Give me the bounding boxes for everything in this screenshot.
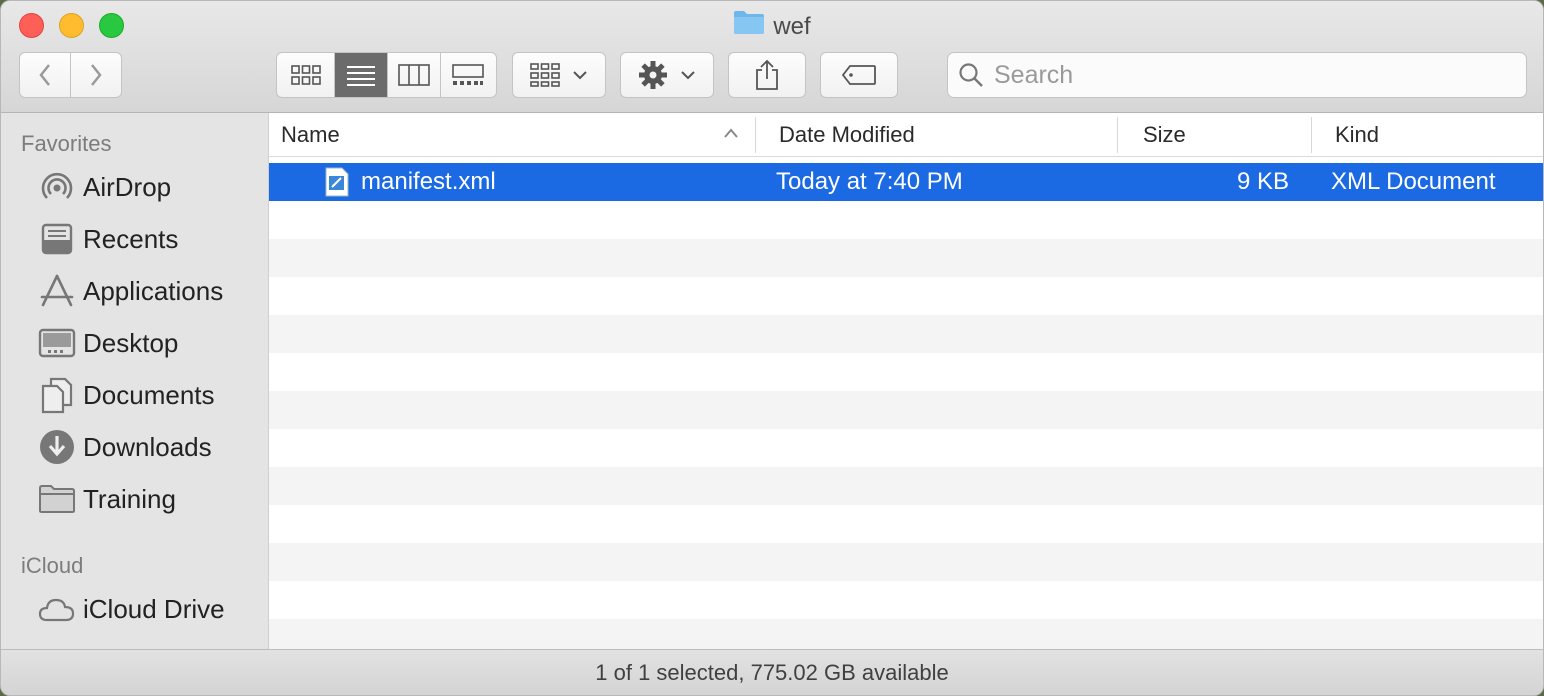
- column-view-icon: [397, 64, 430, 86]
- file-size: 9 KB: [1236, 168, 1289, 195]
- icon-view-icon: [290, 65, 321, 85]
- sidebar-item-airdrop[interactable]: AirDrop: [37, 165, 171, 209]
- sidebar-item-label: iCloud Drive: [83, 593, 225, 624]
- column-header-row: Name Date Modified Size Kind: [269, 113, 1543, 157]
- search-input[interactable]: [994, 60, 1514, 90]
- sidebar-item-label: Documents: [83, 379, 215, 410]
- sidebar-item-documents[interactable]: Documents: [37, 373, 215, 417]
- chevron-right-icon: [90, 64, 102, 86]
- finder-window: wef Search Favorites AirDrop Recents App…: [0, 0, 1544, 696]
- file-kind: XML Document: [1331, 168, 1496, 195]
- downloads-icon: [37, 427, 77, 467]
- recents-icon: [37, 219, 77, 259]
- folder-icon: [37, 479, 77, 519]
- empty-row: [269, 619, 1543, 649]
- window-title: wef: [1, 9, 1543, 43]
- empty-row: [269, 391, 1543, 429]
- group-by-icon: [530, 63, 560, 87]
- column-divider[interactable]: [755, 117, 756, 153]
- column-view-button[interactable]: [388, 53, 441, 97]
- tag-icon: [841, 65, 876, 85]
- sidebar-item-applications[interactable]: Applications: [37, 269, 223, 313]
- column-header-name[interactable]: Name: [269, 113, 755, 157]
- airdrop-icon: [37, 167, 77, 207]
- icloud-icon: [37, 589, 77, 629]
- tag-button[interactable]: [820, 52, 898, 98]
- column-header-date-modified[interactable]: Date Modified: [767, 113, 1117, 157]
- sidebar-item-label: Downloads: [83, 431, 212, 462]
- empty-row: [269, 543, 1543, 581]
- empty-row: [269, 315, 1543, 353]
- view-mode-selector: [276, 52, 497, 98]
- file-list: Name Date Modified Size Kind manifest.xm…: [269, 113, 1543, 649]
- group-by-button[interactable]: [512, 52, 606, 98]
- file-date-modified: Today at 7:40 PM: [776, 168, 963, 195]
- column-header-size[interactable]: Size: [1131, 113, 1311, 157]
- gallery-view-button[interactable]: [441, 53, 496, 97]
- search-field[interactable]: [947, 52, 1527, 98]
- gallery-view-icon: [452, 64, 485, 85]
- chevron-down-icon: [573, 71, 587, 80]
- xml-file-icon: [325, 167, 349, 197]
- sidebar-item-label: Recents: [83, 223, 179, 254]
- folder-icon: [733, 9, 765, 45]
- column-divider[interactable]: [1311, 117, 1312, 153]
- sidebar-item-label: Desktop: [83, 327, 179, 358]
- desktop-icon: [37, 323, 77, 363]
- sort-ascending-icon: [724, 128, 738, 138]
- forward-button[interactable]: [71, 53, 122, 97]
- column-divider[interactable]: [1117, 117, 1118, 153]
- empty-row: [269, 239, 1543, 277]
- sidebar: Favorites AirDrop Recents Applications D…: [1, 113, 269, 649]
- sidebar-item-icloud-drive[interactable]: iCloud Drive: [37, 587, 225, 631]
- applications-icon: [37, 271, 77, 311]
- sidebar-heading-favorites: Favorites: [21, 131, 112, 156]
- sidebar-heading-icloud: iCloud: [21, 553, 84, 578]
- action-menu-button[interactable]: [620, 52, 714, 98]
- sidebar-item-label: Applications: [83, 275, 224, 306]
- window-title-text: wef: [773, 13, 811, 40]
- back-button[interactable]: [20, 53, 71, 97]
- navigation-buttons: [19, 52, 122, 98]
- empty-row: [269, 467, 1543, 505]
- documents-icon: [37, 375, 77, 415]
- chevron-left-icon: [39, 64, 50, 86]
- status-bar: 1 of 1 selected, 775.02 GB available: [1, 649, 1543, 695]
- sidebar-item-label: Training: [83, 483, 176, 514]
- title-bar: wef: [1, 1, 1543, 113]
- icon-view-button[interactable]: [277, 53, 336, 97]
- file-row[interactable]: manifest.xml Today at 7:40 PM 9 KB XML D…: [269, 163, 1543, 201]
- column-header-kind[interactable]: Kind: [1323, 113, 1543, 157]
- list-view-icon: [347, 66, 376, 86]
- gear-icon: [639, 61, 667, 89]
- sidebar-item-desktop[interactable]: Desktop: [37, 321, 178, 365]
- search-icon: [959, 63, 983, 87]
- sidebar-item-training[interactable]: Training: [37, 477, 176, 521]
- list-view-button[interactable]: [335, 53, 388, 97]
- sidebar-item-label: AirDrop: [83, 171, 172, 202]
- file-name: manifest.xml: [361, 168, 496, 195]
- share-button[interactable]: [728, 52, 806, 98]
- share-icon: [756, 59, 778, 90]
- sidebar-item-recents[interactable]: Recents: [37, 217, 178, 261]
- chevron-down-icon: [681, 71, 695, 80]
- sidebar-item-downloads[interactable]: Downloads: [37, 425, 212, 469]
